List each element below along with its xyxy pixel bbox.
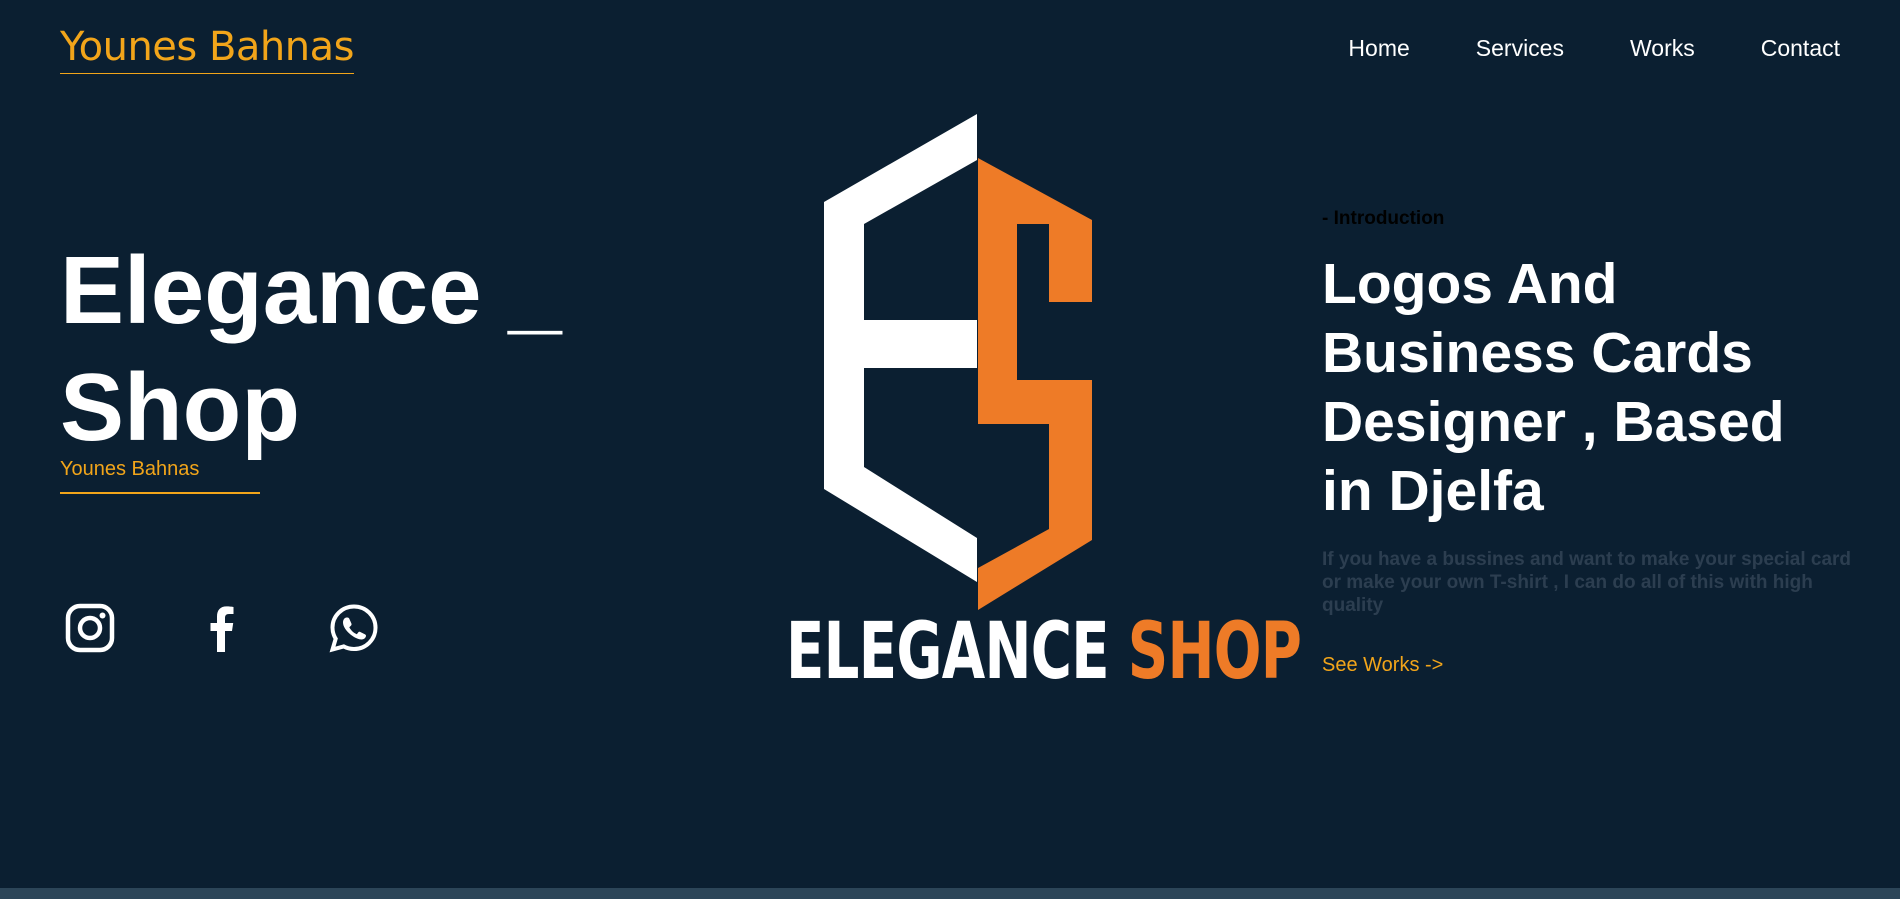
- bottom-bar: [0, 888, 1900, 899]
- nav-works[interactable]: Works: [1630, 30, 1695, 66]
- facebook-icon[interactable]: [196, 602, 248, 654]
- nav-contact[interactable]: Contact: [1761, 30, 1840, 66]
- logo-word-shop: SHOP: [1127, 607, 1302, 697]
- hero-subname: Younes Bahnas: [60, 458, 260, 494]
- nav-home[interactable]: Home: [1348, 30, 1409, 66]
- nav-services[interactable]: Services: [1476, 30, 1564, 66]
- see-works-link[interactable]: See Works ->: [1322, 654, 1443, 677]
- main-nav: Home Services Works Contact: [1348, 30, 1840, 66]
- logo-s-mark: [978, 158, 1092, 610]
- social-links: [64, 602, 380, 654]
- whatsapp-icon[interactable]: [328, 602, 380, 654]
- instagram-icon[interactable]: [64, 602, 116, 654]
- logo-e-mark: [824, 114, 977, 582]
- logo-wordmark: ELEGANCE SHOP: [786, 607, 1302, 697]
- brand-logo-link[interactable]: Younes Bahnas: [60, 22, 354, 74]
- intro-label: - Introduction: [1322, 208, 1445, 229]
- intro-headline: Logos And Business Cards Designer , Base…: [1322, 252, 1785, 523]
- logo-word-elegance: ELEGANCE: [786, 607, 1110, 697]
- elegance-shop-logo: [782, 112, 1172, 692]
- intro-description: If you have a bussines and want to make …: [1322, 549, 1852, 616]
- hero-title: Elegance _ Shop: [60, 237, 562, 461]
